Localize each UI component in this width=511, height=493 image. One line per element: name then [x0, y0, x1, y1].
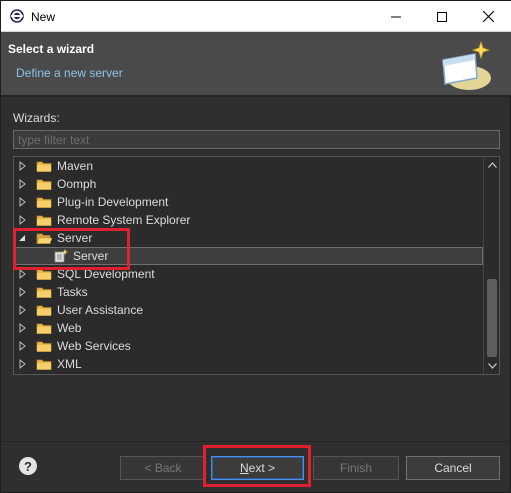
tree-item-label: Oomph: [57, 177, 97, 191]
title-bar: New: [1, 1, 511, 32]
folder-icon: [36, 161, 52, 172]
wizard-page-description: Define a new server: [16, 66, 123, 80]
back-button[interactable]: < Back: [120, 456, 206, 480]
wizard-header-banner: Select a wizard Define a new server: [1, 32, 511, 95]
help-button[interactable]: ?: [19, 457, 37, 475]
tree-item-label: Tasks: [57, 285, 88, 299]
tree-vertical-scrollbar[interactable]: [483, 157, 499, 374]
tree-item-label: User Assistance: [57, 303, 144, 317]
banner-divider: [1, 95, 511, 97]
tree-item-remote-system-explorer[interactable]: Remote System Explorer: [14, 211, 483, 229]
eclipse-app-icon: [10, 9, 24, 23]
tree-item-label: Web Services: [57, 339, 131, 353]
cancel-button[interactable]: Cancel: [406, 456, 500, 480]
tree-item-xml[interactable]: XML: [14, 355, 483, 373]
tree-item-web-services[interactable]: Web Services: [14, 337, 483, 355]
folder-icon: [36, 179, 52, 190]
expand-arrow-icon[interactable]: [19, 359, 27, 369]
scroll-down-button[interactable]: [484, 358, 499, 374]
close-icon: [482, 11, 494, 22]
expand-arrow-icon[interactable]: [19, 269, 27, 279]
tree-item-label: Maven: [57, 159, 94, 173]
tree-item-tasks[interactable]: Tasks: [14, 283, 483, 301]
tree-item-oomph[interactable]: Oomph: [14, 175, 483, 193]
expand-arrow-icon[interactable]: [19, 161, 27, 171]
expand-arrow-icon[interactable]: [19, 215, 27, 225]
expand-arrow-icon[interactable]: [19, 323, 27, 333]
finish-button-label: Finish: [339, 461, 372, 475]
window-title: New: [31, 10, 56, 24]
expand-arrow-icon[interactable]: [19, 197, 27, 207]
cancel-button-label: Cancel: [434, 461, 472, 475]
wizards-label: Wizards:: [13, 111, 60, 125]
filter-input[interactable]: [13, 130, 500, 149]
expand-arrow-icon[interactable]: [19, 179, 27, 189]
tree-item-maven[interactable]: Maven: [14, 157, 483, 175]
tree-item-web[interactable]: Web: [14, 319, 483, 337]
chevron-down-icon: [487, 363, 497, 369]
back-button-label: < Back: [144, 461, 182, 475]
tree-item-user-assistance[interactable]: User Assistance: [14, 301, 483, 319]
close-button[interactable]: [465, 1, 511, 32]
minimize-button[interactable]: [373, 1, 419, 32]
new-wizard-dialog: New Select a wizard Define a new server …: [0, 0, 511, 493]
tree-item-label: Remote System Explorer: [57, 213, 191, 227]
finish-button[interactable]: Finish: [313, 456, 399, 480]
tree-item-label: Plug-in Development: [57, 195, 169, 209]
new-wizard-banner-icon: [442, 40, 491, 90]
folder-icon: [36, 305, 52, 316]
expand-arrow-icon[interactable]: [19, 305, 27, 315]
scroll-up-button[interactable]: [484, 157, 499, 173]
maximize-icon: [437, 11, 447, 22]
wizard-page-title: Select a wizard: [8, 42, 95, 56]
folder-icon: [36, 341, 52, 352]
scroll-thumb[interactable]: [487, 279, 497, 357]
tree-item-label: Web: [57, 321, 82, 335]
server-highlight-annotation: [13, 228, 130, 270]
minimize-icon: [391, 16, 401, 17]
tree-item-plugin-development[interactable]: Plug-in Development: [14, 193, 483, 211]
next-highlight-annotation: [203, 445, 311, 487]
help-icon: ?: [24, 458, 32, 474]
folder-icon: [36, 359, 52, 370]
button-bar-divider: [1, 441, 511, 442]
maximize-button[interactable]: [419, 1, 465, 32]
expand-arrow-icon[interactable]: [19, 287, 27, 297]
folder-icon: [36, 197, 52, 208]
folder-icon: [36, 215, 52, 226]
tree-item-label: XML: [57, 357, 82, 371]
folder-icon: [36, 323, 52, 334]
folder-icon: [36, 287, 52, 298]
expand-arrow-icon[interactable]: [19, 341, 27, 351]
chevron-up-icon: [487, 162, 497, 168]
